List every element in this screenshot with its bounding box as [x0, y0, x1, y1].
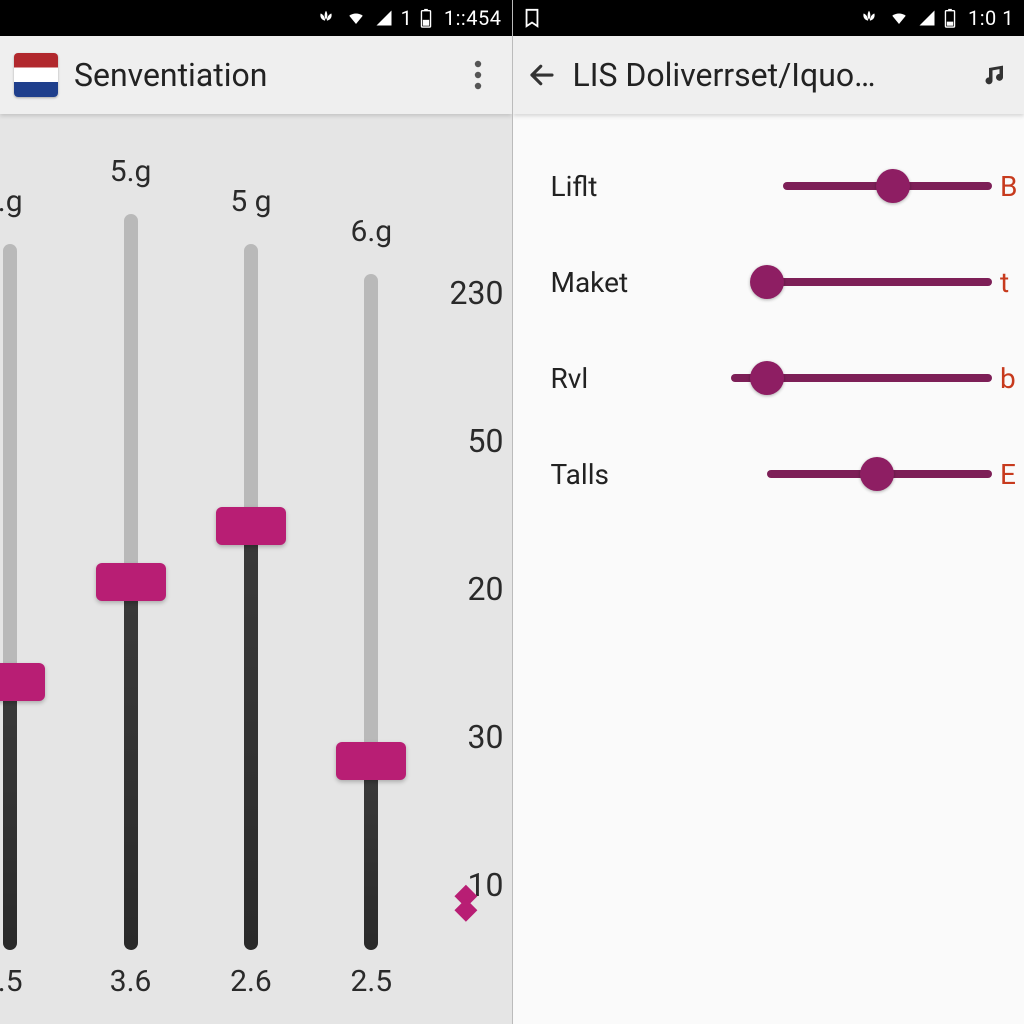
setting-slider[interactable] — [731, 454, 993, 494]
app-icon[interactable] — [14, 53, 58, 97]
eq-slider-track[interactable] — [3, 244, 17, 950]
setting-row: Talls E — [513, 426, 1024, 522]
battery-icon — [944, 8, 956, 28]
setting-row: Rvl b — [513, 330, 1024, 426]
eq-slider-thumb[interactable] — [216, 507, 286, 545]
eq-top-label: 5 g — [230, 184, 271, 224]
status-clock: 1::454 — [444, 6, 502, 30]
setting-slider[interactable] — [731, 166, 993, 206]
status-bar: 1:0 1 — [513, 0, 1024, 36]
slider-thumb[interactable] — [860, 457, 894, 491]
eq-band: 5.g 3.6 — [81, 124, 181, 1004]
screen-left: 1 1::454 Senventiation .g.5 5.g3.6 5 g2.6 6… — [0, 0, 512, 1024]
setting-slider[interactable] — [731, 358, 993, 398]
topbar: LIS Doliverrset/Iquo… — [513, 36, 1024, 114]
eq-bottom-label: 3.6 — [110, 964, 152, 1004]
setting-suffix: b — [1000, 362, 1024, 395]
eq-top-label: 5.g — [110, 154, 152, 194]
music-icon[interactable] — [982, 61, 1010, 89]
sort-icon[interactable]: ◆◆ — [454, 888, 477, 916]
setting-row: Maket t — [513, 234, 1024, 330]
lotus-icon — [858, 9, 880, 27]
eq-slider-track[interactable] — [364, 274, 378, 950]
slider-thumb[interactable] — [876, 169, 910, 203]
eq-bottom-label: 2.5 — [350, 964, 392, 1004]
setting-row: Liflt B — [513, 138, 1024, 234]
eq-top-label: 6.g — [351, 214, 393, 254]
setting-label: Liflt — [551, 170, 731, 203]
equalizer-area: .g.55.g3.65 g2.66.g2.5 23050203010 ◆◆ — [0, 114, 512, 1024]
eq-slider-thumb[interactable] — [336, 742, 406, 780]
settings-list: Liflt B Maket t Rvl b Talls E — [513, 114, 1024, 1024]
back-button[interactable] — [527, 60, 557, 90]
eq-scale-tick: 30 — [440, 718, 504, 756]
eq-scale-tick: 230 — [440, 274, 504, 312]
setting-suffix: B — [1000, 170, 1024, 203]
eq-band: .g .5 — [0, 124, 60, 1004]
wifi-icon — [888, 9, 910, 27]
eq-slider-track[interactable] — [244, 244, 258, 950]
eq-top-label: .g — [0, 184, 23, 224]
setting-suffix: t — [1000, 266, 1024, 299]
status-bar: 1 1::454 — [0, 0, 512, 36]
wifi-icon — [345, 9, 367, 27]
setting-label: Rvl — [551, 362, 731, 395]
setting-label: Talls — [551, 458, 731, 491]
eq-band: 6.g 2.5 — [321, 124, 421, 1004]
bookmark-icon — [523, 8, 541, 28]
signal-icon — [918, 9, 936, 27]
status-number: 1 — [401, 6, 412, 30]
eq-bottom-label: 2.6 — [230, 964, 272, 1004]
signal-icon — [375, 9, 393, 27]
eq-bottom-label: .5 — [0, 964, 23, 1004]
lotus-icon — [315, 9, 337, 27]
page-title: Senventiation — [74, 56, 458, 94]
eq-band: 5 g 2.6 — [201, 124, 301, 1004]
eq-slider-thumb[interactable] — [96, 563, 166, 601]
setting-suffix: E — [1000, 458, 1024, 491]
topbar: Senventiation — [0, 36, 512, 114]
eq-scale-tick: 20 — [440, 570, 504, 608]
eq-scale-tick: 50 — [440, 422, 504, 460]
eq-slider-thumb[interactable] — [0, 663, 45, 701]
setting-label: Maket — [551, 266, 731, 299]
slider-thumb[interactable] — [750, 265, 784, 299]
page-title: LIS Doliverrset/Iquo… — [573, 56, 983, 94]
eq-slider-track[interactable] — [124, 214, 138, 950]
battery-icon — [420, 8, 432, 28]
status-clock: 1:0 1 — [968, 6, 1014, 30]
overflow-menu-button[interactable] — [458, 55, 498, 95]
equalizer-scale: 23050203010 — [440, 274, 504, 904]
slider-thumb[interactable] — [750, 361, 784, 395]
setting-slider[interactable] — [731, 262, 993, 302]
screen-right: 1:0 1 LIS Doliverrset/Iquo… Liflt B Maket t… — [512, 0, 1024, 1024]
